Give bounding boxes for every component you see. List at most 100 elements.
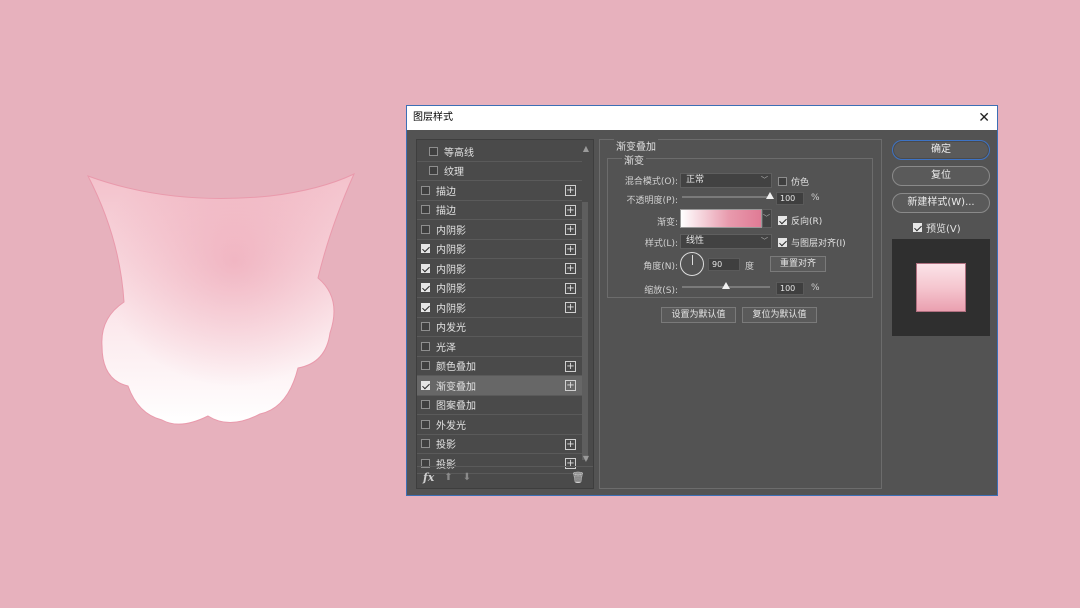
blend-mode-select[interactable]: 正常 ﹀ [680, 173, 772, 188]
angle-unit: 度 [745, 262, 755, 272]
gradient-swatch[interactable] [680, 209, 762, 228]
layer-style-dialog: 图层样式 ✕ 等高线 纹理 描边 + 描边 + 内阴影 + 内阴影 + 内阴影 + 内阴影 + 内阴影 + 内发… [406, 105, 998, 496]
style-label: 样式(L): [644, 239, 678, 249]
preview-checkbox-box[interactable] [913, 223, 922, 232]
scroll-down-icon[interactable]: ▼ [583, 454, 589, 463]
style-checkbox[interactable] [429, 166, 438, 176]
style-list-item[interactable]: 图案叠加 [417, 396, 582, 415]
style-list-item[interactable]: 等高线 [417, 142, 582, 162]
add-instance-icon[interactable]: + [565, 185, 576, 196]
new-style-button[interactable]: 新建样式(W)... [892, 193, 990, 213]
add-instance-icon[interactable]: + [565, 360, 576, 372]
preview-swatch [916, 263, 966, 312]
dither-label: 仿色 [791, 178, 810, 188]
gradient-overlay-group: 渐变叠加 渐变 混合模式(O): 正常 ﹀ 仿色 不透明度(P): 100 % … [599, 138, 882, 489]
style-checkbox[interactable] [421, 341, 430, 351]
style-list-item[interactable]: 内发光 [417, 318, 582, 337]
add-instance-icon[interactable]: + [565, 438, 576, 450]
style-list-label: 内阴影 [436, 264, 466, 276]
style-select[interactable]: 线性 ﹀ [680, 234, 772, 249]
chevron-down-icon: ﹀ [763, 214, 770, 222]
style-list-item[interactable]: 内阴影 + [417, 298, 582, 318]
style-list-item[interactable]: 描边 + [417, 181, 582, 201]
dither-checkbox-box[interactable] [778, 177, 787, 186]
style-list-item[interactable]: 描边 + [417, 201, 582, 220]
style-checkbox[interactable] [421, 439, 430, 449]
style-list-label: 渐变叠加 [436, 381, 476, 393]
styles-list: 等高线 纹理 描边 + 描边 + 内阴影 + 内阴影 + 内阴影 + 内阴影 + 内阴影 + 内发光 光泽 颜色叠加… [417, 142, 582, 474]
style-checkbox[interactable] [421, 302, 430, 312]
reset-button[interactable]: 复位 [892, 166, 990, 186]
add-instance-icon[interactable]: + [565, 380, 576, 391]
style-checkbox[interactable] [421, 224, 430, 234]
style-list-item[interactable]: 渐变叠加 + [417, 376, 582, 396]
add-instance-icon[interactable]: + [565, 302, 576, 313]
style-checkbox[interactable] [429, 146, 438, 156]
style-list-item[interactable]: 光泽 [417, 337, 582, 357]
add-instance-icon[interactable]: + [565, 204, 576, 216]
set-default-button[interactable]: 设置为默认值 [661, 307, 736, 323]
gradient-picker-dropdown[interactable]: ﹀ [762, 209, 772, 228]
style-value: 线性 [686, 236, 705, 246]
style-list-label: 纹理 [444, 167, 464, 179]
style-list-item[interactable]: 内阴影 + [417, 259, 582, 279]
align-checkbox-box[interactable] [778, 238, 787, 247]
style-list-label: 内阴影 [436, 284, 466, 296]
style-checkbox[interactable] [421, 263, 430, 273]
trash-icon[interactable]: 🗑 [571, 471, 585, 484]
angle-dial[interactable] [680, 252, 704, 276]
scrollbar[interactable]: ▲ ▼ [582, 142, 591, 467]
style-checkbox[interactable] [421, 419, 430, 429]
style-list-item[interactable]: 内阴影 + [417, 220, 582, 240]
style-preview [892, 239, 990, 336]
style-checkbox[interactable] [421, 205, 430, 215]
style-list-label: 光泽 [436, 342, 456, 354]
style-list-item[interactable]: 投影 + [417, 435, 582, 454]
style-list-label: 投影 [436, 440, 456, 452]
fx-icon[interactable]: fx [423, 471, 434, 484]
style-checkbox[interactable] [421, 380, 430, 390]
style-list-label: 内阴影 [436, 225, 466, 237]
style-list-item[interactable]: 外发光 [417, 415, 582, 435]
align-label: 与图层对齐(I) [791, 239, 846, 249]
ok-button[interactable]: 确定 [892, 140, 990, 160]
style-checkbox[interactable] [421, 322, 430, 332]
opacity-slider-thumb[interactable] [766, 192, 774, 199]
dither-checkbox[interactable]: 仿色 [778, 175, 809, 188]
arrow-up-icon[interactable]: ⬆ [444, 472, 452, 483]
add-instance-icon[interactable]: + [565, 263, 576, 274]
close-icon[interactable]: ✕ [978, 106, 990, 130]
style-list-item[interactable]: 纹理 [417, 162, 582, 181]
style-checkbox[interactable] [421, 283, 430, 293]
reverse-label: 反向(R) [791, 217, 823, 227]
reset-default-button[interactable]: 复位为默认值 [742, 307, 817, 323]
style-list-label: 颜色叠加 [436, 362, 476, 374]
add-instance-icon[interactable]: + [565, 282, 576, 294]
opacity-label: 不透明度(P): [626, 196, 678, 206]
style-checkbox[interactable] [421, 185, 430, 195]
scroll-up-icon[interactable]: ▲ [583, 144, 589, 153]
scale-unit: % [811, 283, 820, 293]
scale-input[interactable]: 100 [776, 282, 804, 295]
style-list-item[interactable]: 颜色叠加 + [417, 357, 582, 376]
style-checkbox[interactable] [421, 400, 430, 410]
scale-slider-thumb[interactable] [722, 282, 730, 289]
chevron-down-icon: ﹀ [761, 237, 768, 245]
add-instance-icon[interactable]: + [565, 243, 576, 255]
style-list-item[interactable]: 内阴影 + [417, 279, 582, 298]
opacity-input[interactable]: 100 [776, 192, 804, 205]
style-checkbox[interactable] [421, 244, 430, 254]
style-list-item[interactable]: 内阴影 + [417, 240, 582, 259]
scrollbar-thumb[interactable] [582, 202, 588, 460]
styles-list-footer: fx ⬆ ⬇ 🗑 [417, 466, 593, 488]
reverse-checkbox-box[interactable] [778, 216, 787, 225]
align-layer-checkbox[interactable]: 与图层对齐(I) [778, 236, 846, 249]
style-checkbox[interactable] [421, 361, 430, 371]
add-instance-icon[interactable]: + [565, 224, 576, 235]
angle-input[interactable]: 90 [708, 258, 740, 271]
arrow-down-icon[interactable]: ⬇ [463, 472, 471, 483]
preview-checkbox[interactable]: 预览(V) [913, 220, 961, 235]
reverse-checkbox[interactable]: 反向(R) [778, 214, 822, 227]
reset-align-button[interactable]: 重置对齐 [770, 256, 826, 272]
opacity-slider[interactable] [682, 196, 770, 198]
